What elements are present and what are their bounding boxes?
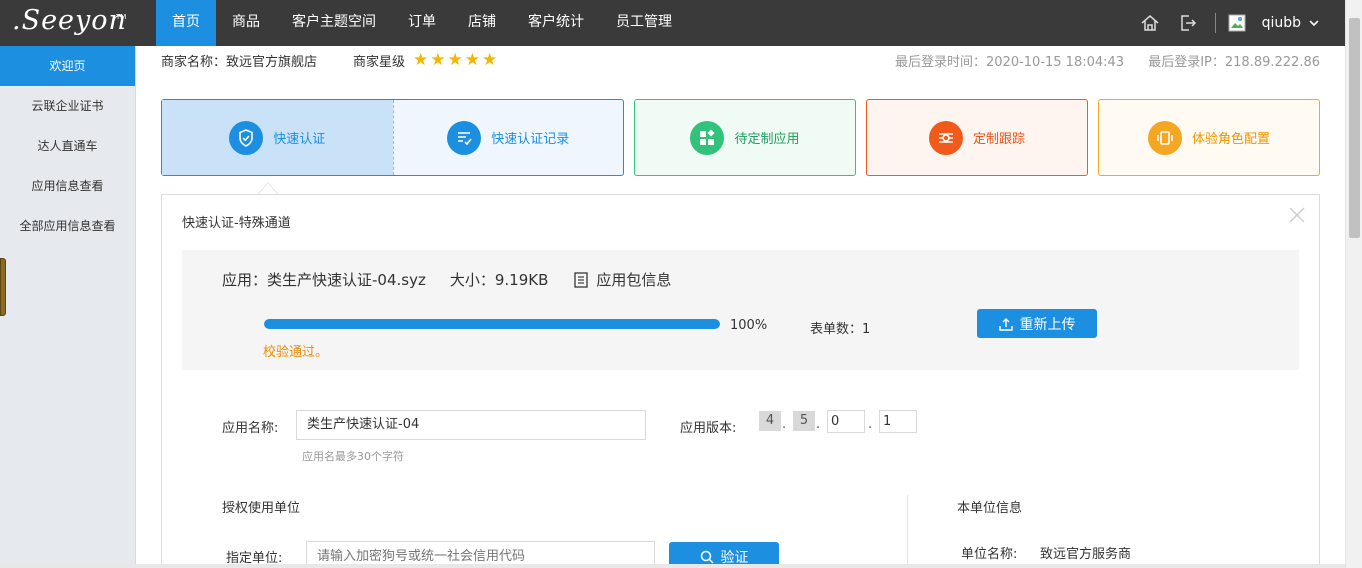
quick-cert-panel: 快速认证-特殊通道 应用：类生产快速认证-04.syz 大小：9.19KB 应用… [161, 194, 1320, 568]
form-count: 表单数：1 [810, 322, 871, 337]
sidebar-item-enterprise-cert[interactable]: 云联企业证书 [0, 86, 135, 126]
last-login-time: 最后登录时间：2020-10-15 18:04:43 [895, 55, 1125, 70]
horizontal-scrollbar[interactable] [0, 564, 1345, 568]
panel-title: 快速认证-特殊通道 [182, 216, 291, 231]
chevron-down-icon[interactable] [1309, 16, 1319, 31]
version-build-input[interactable]: 1 [879, 410, 917, 433]
version-minor: 5 [793, 411, 815, 431]
login-info: 最后登录时间：2020-10-15 18:04:43 最后登录IP：218.89… [895, 51, 1320, 70]
tab-quick-cert-record-label: 快速认证记录 [491, 132, 570, 147]
app-package-info-label: 应用包信息 [596, 271, 672, 289]
logout-icon[interactable] [1177, 12, 1199, 34]
nav-item-customer-space[interactable]: 客户主题空间 [276, 0, 392, 46]
tracking-icon [928, 120, 963, 155]
star-icon: ★ [430, 50, 446, 70]
sidebar-collapse-handle[interactable] [0, 258, 6, 316]
star-icon: ★ [464, 50, 481, 70]
home-icon[interactable] [1139, 12, 1161, 34]
top-divider [1214, 13, 1216, 33]
brand-logo[interactable]: .Seeyon TM [0, 0, 156, 46]
top-right-controls: qiubb [1139, 0, 1345, 46]
section-divider [907, 495, 908, 568]
tab-role-config-label: 体验角色配置 [1191, 132, 1270, 147]
merchant-rating-label: 商家星级 [353, 55, 406, 70]
scrollbar-thumb[interactable] [1349, 18, 1360, 238]
close-icon[interactable] [1289, 207, 1305, 223]
logo-trademark: TM [116, 13, 127, 21]
star-icon: ★ [447, 50, 463, 70]
auth-unit-title: 授权使用单位 [222, 501, 301, 516]
username[interactable]: qiubb [1262, 15, 1301, 31]
tab-quick-cert[interactable]: 快速认证 [162, 100, 393, 175]
tab-pending-custom-label: 待定制应用 [734, 132, 800, 147]
tab-custom-tracking[interactable]: 定制跟踪 [866, 99, 1088, 176]
own-unit-title: 本单位信息 [957, 501, 1023, 516]
sidebar-item-expert-express[interactable]: 达人直通车 [0, 126, 135, 166]
version-major: 4 [759, 411, 781, 431]
app-version-label: 应用版本: [680, 421, 737, 436]
star-icon: ★ [482, 50, 498, 70]
star-rating: ★ ★ ★ ★ ★ [413, 52, 499, 69]
version-dot: . [868, 417, 873, 432]
vertical-scrollbar[interactable] [1345, 0, 1362, 568]
nav-item-products[interactable]: 商品 [216, 0, 276, 46]
upload-progress-bar [264, 319, 720, 329]
upload-box: 应用：类生产快速认证-04.syz 大小：9.19KB 应用包信息 100% 表… [182, 250, 1299, 370]
sidebar-item-all-app-info[interactable]: 全部应用信息查看 [0, 206, 135, 246]
merchant-info: 商家名称：致远官方旗舰店 商家星级 ★ ★ ★ ★ ★ [161, 51, 499, 71]
version-dot: . [816, 417, 821, 432]
reupload-label: 重新上传 [1019, 316, 1076, 333]
search-icon [700, 550, 714, 564]
shield-check-icon [229, 120, 264, 155]
upload-icon [998, 317, 1013, 331]
merchant-name: 商家名称：致远官方旗舰店 [161, 55, 318, 70]
nav-item-customer-stats[interactable]: 客户统计 [512, 0, 600, 46]
logo-text: .Seeyon [12, 5, 127, 36]
tab-quick-cert-label: 快速认证 [273, 132, 326, 147]
app-file-name: 应用：类生产快速认证-04.syz [222, 271, 426, 289]
unit-name-value: 致远官方服务商 [1040, 547, 1132, 562]
nav-item-orders[interactable]: 订单 [392, 0, 452, 46]
reupload-button[interactable]: 重新上传 [977, 309, 1097, 338]
nav-item-home[interactable]: 首页 [156, 0, 216, 46]
app-package-info-link[interactable]: 应用包信息 [574, 269, 671, 290]
apps-grid-icon [690, 120, 725, 155]
sidebar: 欢迎页 云联企业证书 达人直通车 应用信息查看 全部应用信息查看 [0, 46, 136, 568]
tab-group-quick-cert: 快速认证 快速认证记录 [161, 99, 624, 176]
upload-progress-text: 100% [730, 318, 768, 333]
record-icon [447, 120, 482, 155]
sidebar-item-app-info[interactable]: 应用信息查看 [0, 166, 135, 206]
tab-role-config[interactable]: 体验角色配置 [1098, 99, 1320, 176]
avatar-icon[interactable] [1228, 14, 1246, 32]
top-navbar: .Seeyon TM 首页 商品 客户主题空间 订单 店铺 客户统计 员工管理 … [0, 0, 1345, 46]
tab-quick-cert-record[interactable]: 快速认证记录 [392, 100, 624, 175]
upload-progress-fill [264, 319, 720, 329]
last-login-ip: 最后登录IP：218.89.222.86 [1148, 55, 1320, 70]
main-nav: 首页 商品 客户主题空间 订单 店铺 客户统计 员工管理 [156, 0, 688, 46]
tab-pending-custom[interactable]: 待定制应用 [634, 99, 856, 176]
unit-name-label: 单位名称: [961, 547, 1018, 562]
app-name-label: 应用名称: [222, 421, 279, 436]
version-patch-input[interactable]: 0 [827, 410, 865, 433]
role-config-icon [1147, 120, 1182, 155]
nav-item-shop[interactable]: 店铺 [452, 0, 512, 46]
app-name-input[interactable]: 类生产快速认证-04 [296, 410, 646, 440]
document-icon [574, 271, 589, 288]
version-dot: . [782, 417, 787, 432]
app-file-size: 大小：9.19KB [449, 271, 549, 289]
verify-status: 校验通过。 [263, 345, 329, 360]
sidebar-item-welcome[interactable]: 欢迎页 [0, 46, 135, 86]
tab-custom-tracking-label: 定制跟踪 [972, 132, 1025, 147]
star-icon: ★ [413, 50, 429, 70]
app-name-hint: 应用名最多30个字符 [302, 450, 404, 463]
app-file-info: 应用：类生产快速认证-04.syz 大小：9.19KB 应用包信息 [222, 269, 671, 290]
nav-item-staff[interactable]: 员工管理 [600, 0, 688, 46]
